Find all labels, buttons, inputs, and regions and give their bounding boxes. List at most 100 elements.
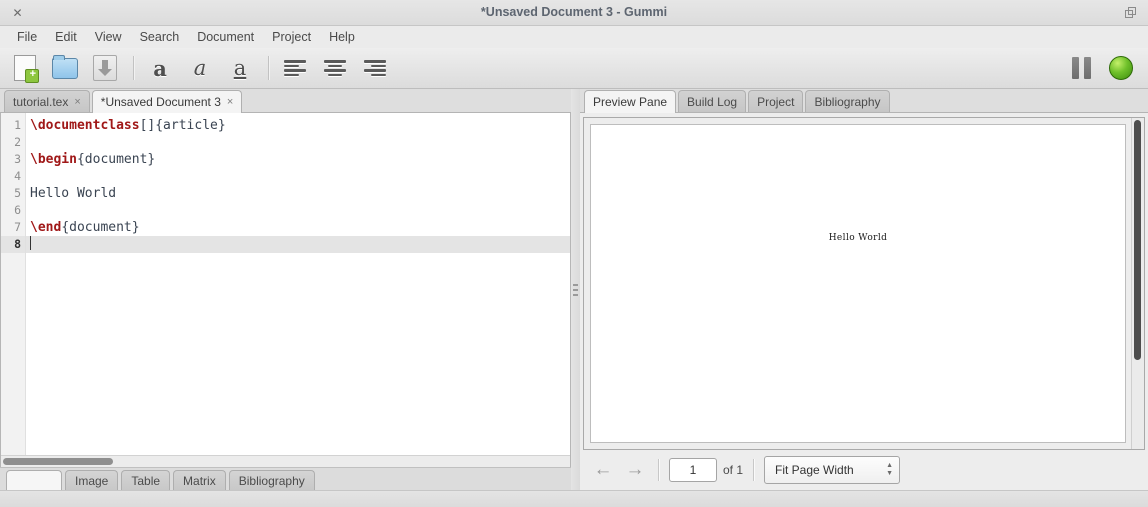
editor-bottom-tab-strip: Image Table Matrix Bibliography — [0, 467, 571, 490]
main-toolbar: + a a a — [0, 48, 1148, 89]
editor-tab-strip: tutorial.tex × *Unsaved Document 3 × — [0, 89, 571, 113]
menu-item-edit[interactable]: Edit — [46, 28, 86, 46]
underline-icon: a — [233, 55, 247, 80]
align-left-icon — [284, 60, 306, 76]
status-bar — [0, 490, 1148, 507]
underline-button[interactable]: a — [221, 51, 259, 85]
bottom-tab-bibliography[interactable]: Bibliography — [228, 470, 315, 490]
pane-splitter[interactable] — [571, 89, 580, 490]
line-number: 7 — [14, 220, 21, 234]
latex-text: []{article} — [139, 118, 226, 133]
italic-button[interactable]: a — [181, 51, 219, 85]
tab-build-log[interactable]: Build Log — [678, 90, 747, 112]
maximize-glyph — [1125, 7, 1136, 18]
next-page-button[interactable]: → — [622, 457, 648, 483]
line-number: 3 — [14, 152, 21, 166]
preview-viewport-frame: Hello World — [583, 117, 1145, 450]
line-number-current: 8 — [1, 236, 25, 253]
align-right-icon — [364, 60, 386, 76]
italic-icon: a — [193, 55, 207, 80]
toolbar-separator-1 — [133, 56, 134, 80]
save-down-arrow-icon — [93, 55, 117, 81]
preview-viewport[interactable]: Hello World — [584, 118, 1131, 449]
align-center-button[interactable] — [316, 51, 354, 85]
main-split: tutorial.tex × *Unsaved Document 3 × 1 2… — [0, 89, 1148, 490]
code-line: Hello World — [26, 185, 570, 202]
editor-tab-label: tutorial.tex — [13, 94, 69, 109]
text-cursor — [30, 236, 31, 250]
bold-icon: a — [153, 55, 167, 81]
code-line: \begin{document} — [26, 151, 570, 168]
editor-tab-unsaved-document-3[interactable]: *Unsaved Document 3 × — [91, 90, 243, 113]
bottom-tab-matrix[interactable]: Matrix — [173, 470, 226, 490]
preview-pane: Preview Pane Build Log Project Bibliogra… — [580, 89, 1148, 490]
tab-bibliography[interactable]: Bibliography — [805, 90, 890, 112]
maximize-icon[interactable] — [1121, 3, 1140, 22]
latex-text: Hello World — [30, 186, 117, 201]
preview-toolbar-separator-2 — [753, 459, 755, 481]
code-content[interactable]: \documentclass[]{article} \begin{documen… — [26, 113, 570, 455]
bold-button[interactable]: a — [141, 51, 179, 85]
menu-bar: File Edit View Search Document Project H… — [0, 26, 1148, 48]
line-number: 6 — [14, 203, 21, 217]
latex-command: \begin — [30, 152, 77, 167]
editor-horizontal-scrollbar[interactable] — [1, 455, 570, 467]
previous-page-button[interactable]: ← — [590, 457, 616, 483]
zoom-level-value: Fit Page Width — [775, 463, 854, 477]
preview-page-text: Hello World — [828, 233, 888, 243]
align-center-icon — [324, 60, 346, 76]
page-number-input[interactable]: 1 — [669, 458, 717, 482]
latex-command: \end — [30, 220, 62, 235]
tab-preview-pane[interactable]: Preview Pane — [584, 90, 677, 113]
spinner-down-icon[interactable]: ▼ — [886, 470, 893, 477]
green-status-circle-icon — [1109, 56, 1133, 80]
editor-tab-tutorial[interactable]: tutorial.tex × — [4, 90, 90, 112]
preview-toolbar-separator-1 — [658, 459, 659, 481]
latex-text: {document} — [61, 220, 140, 235]
line-number: 5 — [14, 186, 21, 200]
code-line-current — [26, 236, 570, 253]
tab-project[interactable]: Project — [748, 90, 804, 112]
pause-compile-button[interactable] — [1062, 51, 1100, 85]
align-left-button[interactable] — [276, 51, 314, 85]
menu-item-project[interactable]: Project — [263, 28, 320, 46]
new-document-button[interactable]: + — [6, 51, 44, 85]
scrollbar-thumb[interactable] — [3, 458, 113, 465]
close-icon[interactable]: × — [74, 96, 80, 108]
preview-toolbar: ← → 1 of 1 Fit Page Width ▲ ▼ — [580, 450, 1148, 490]
close-icon[interactable]: × — [227, 96, 233, 108]
menu-item-view[interactable]: View — [86, 28, 131, 46]
code-line: \end{document} — [26, 219, 570, 236]
menu-item-document[interactable]: Document — [188, 28, 263, 46]
bottom-tab-blank[interactable] — [6, 470, 62, 490]
preview-vertical-scrollbar[interactable] — [1131, 118, 1144, 449]
editor-tab-label: *Unsaved Document 3 — [100, 95, 221, 109]
window-title: *Unsaved Document 3 - Gummi — [480, 5, 668, 19]
scrollbar-thumb[interactable] — [1134, 120, 1141, 360]
code-editor[interactable]: 1 2 3 4 5 6 7 8 \documentclass[]{article… — [1, 113, 570, 455]
pause-icon — [1071, 57, 1091, 79]
gummi-window: ✕ *Unsaved Document 3 - Gummi File Edit … — [0, 0, 1148, 507]
menu-item-file[interactable]: File — [8, 28, 46, 46]
menu-item-help[interactable]: Help — [320, 28, 364, 46]
save-document-button[interactable] — [86, 51, 124, 85]
compile-status-button[interactable] — [1102, 51, 1140, 85]
editor-pane: tutorial.tex × *Unsaved Document 3 × 1 2… — [0, 89, 571, 490]
zoom-level-select[interactable]: Fit Page Width ▲ ▼ — [764, 456, 901, 484]
menu-item-search[interactable]: Search — [131, 28, 189, 46]
bottom-tab-image[interactable]: Image — [65, 470, 119, 490]
toolbar-separator-2 — [268, 56, 269, 80]
spinner-up-icon[interactable]: ▲ — [886, 462, 893, 469]
preview-tab-strip: Preview Pane Build Log Project Bibliogra… — [580, 89, 1148, 113]
open-document-button[interactable] — [46, 51, 84, 85]
splitter-grip-icon — [573, 283, 578, 296]
line-number-gutter: 1 2 3 4 5 6 7 8 — [1, 113, 26, 455]
align-right-button[interactable] — [356, 51, 394, 85]
latex-text: {document} — [76, 152, 156, 167]
bottom-tab-table[interactable]: Table — [121, 470, 171, 490]
spinner-icon[interactable]: ▲ ▼ — [886, 462, 893, 477]
preview-body: Hello World — [580, 113, 1148, 450]
editor-container: 1 2 3 4 5 6 7 8 \documentclass[]{article… — [0, 113, 571, 467]
